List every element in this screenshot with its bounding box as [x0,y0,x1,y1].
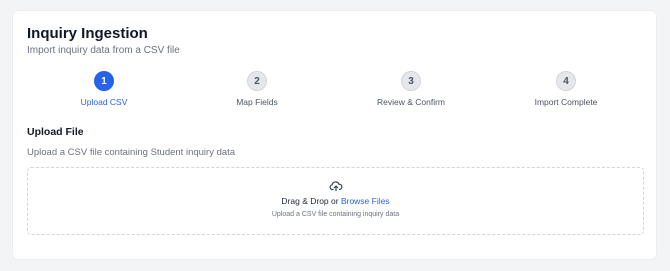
upload-section-description: Upload a CSV file containing Student inq… [27,147,236,158]
drag-drop-text: Drag & Drop or [281,196,341,206]
step-number: 1 [94,71,114,91]
step-label: Upload CSV [80,97,128,107]
page-title: Inquiry Ingestion [27,25,148,42]
ingestion-card: Inquiry Ingestion Import inquiry data fr… [12,10,657,260]
upload-section-title: Upload File [27,126,84,138]
step-map-fields[interactable]: 2 Map Fields [202,71,312,107]
step-review-confirm[interactable]: 3 Review & Confirm [356,71,466,107]
step-number: 3 [401,71,421,91]
step-number: 2 [247,71,267,91]
step-label: Import Complete [534,97,598,107]
step-number: 4 [556,71,576,91]
browse-files-link[interactable]: Browse Files [341,196,390,206]
cloud-upload-icon [28,179,643,193]
file-dropzone[interactable]: Drag & Drop or Browse Files Upload a CSV… [27,167,644,235]
dropzone-hint: Upload a CSV file containing inquiry dat… [271,211,400,218]
step-upload-csv[interactable]: 1 Upload CSV [49,71,159,107]
step-label: Review & Confirm [376,97,446,107]
step-import-complete[interactable]: 4 Import Complete [511,71,621,107]
stepper: 1 Upload CSV 2 Map Fields 3 Review & Con… [13,71,656,111]
step-label: Map Fields [236,97,278,107]
page-subtitle: Import inquiry data from a CSV file [27,45,180,56]
dropzone-instruction: Drag & Drop or Browse Files [28,196,643,206]
